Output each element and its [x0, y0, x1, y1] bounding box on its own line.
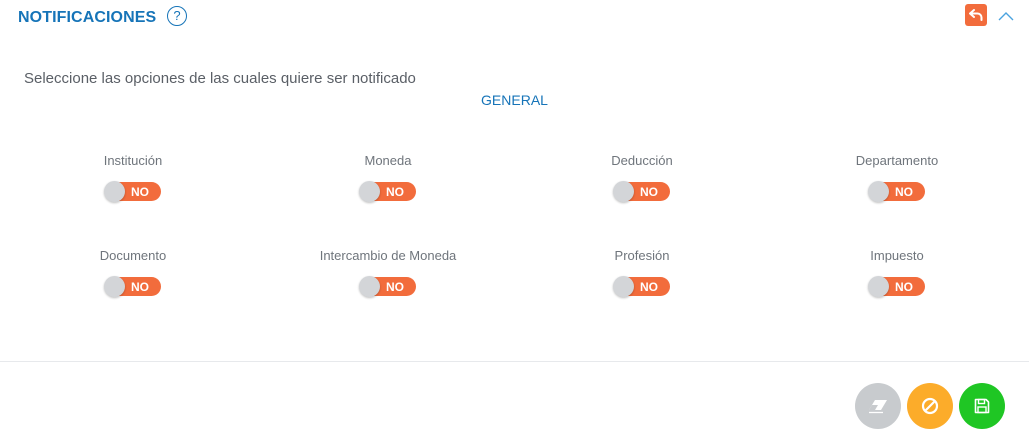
section-general-link[interactable]: GENERAL	[0, 92, 1029, 108]
option-label: Intercambio de Moneda	[319, 248, 457, 263]
option-profesion: Profesión NO	[542, 248, 742, 297]
toggle-documento[interactable]: NO	[104, 276, 161, 297]
toggle-knob	[359, 181, 380, 202]
toggle-knob	[868, 181, 889, 202]
toggle-impuesto[interactable]: NO	[868, 276, 925, 297]
toggle-state: NO	[895, 280, 913, 294]
toggle-moneda[interactable]: NO	[359, 181, 416, 202]
toggle-state: NO	[640, 280, 658, 294]
option-intercambio-de-moneda: Intercambio de Moneda NO	[288, 248, 488, 297]
option-label: Departamento	[855, 153, 939, 168]
instructions-text: Seleccione las opciones de las cuales qu…	[24, 70, 416, 87]
page-title: NOTIFICACIONES	[18, 9, 157, 26]
toggle-departamento[interactable]: NO	[868, 181, 925, 202]
option-label: Impuesto	[870, 248, 924, 263]
option-label: Institución	[103, 153, 163, 168]
toggle-knob	[359, 276, 380, 297]
footer-divider	[0, 361, 1029, 362]
toggle-knob	[104, 276, 125, 297]
option-deduccion: Deducción NO	[542, 153, 742, 202]
toggle-state: NO	[131, 185, 149, 199]
toggle-knob	[104, 181, 125, 202]
toggle-deduccion[interactable]: NO	[613, 181, 670, 202]
option-label: Deducción	[611, 153, 673, 168]
toggle-state: NO	[131, 280, 149, 294]
chevron-up-icon[interactable]	[997, 9, 1015, 21]
option-label: Profesión	[614, 248, 670, 263]
toggle-state: NO	[640, 185, 658, 199]
clear-button[interactable]	[855, 383, 901, 429]
toggle-state: NO	[386, 185, 404, 199]
toggle-knob	[868, 276, 889, 297]
option-departamento: Departamento NO	[797, 153, 997, 202]
toggle-intercambio-de-moneda[interactable]: NO	[359, 276, 416, 297]
option-documento: Documento NO	[33, 248, 233, 297]
toggle-profesion[interactable]: NO	[613, 276, 670, 297]
toggle-knob	[613, 181, 634, 202]
option-moneda: Moneda NO	[288, 153, 488, 202]
toggle-knob	[613, 276, 634, 297]
option-institucion: Institución NO	[33, 153, 233, 202]
option-label: Moneda	[364, 153, 412, 168]
cancel-button[interactable]	[907, 383, 953, 429]
help-icon[interactable]: ?	[167, 6, 187, 26]
option-impuesto: Impuesto NO	[797, 248, 997, 297]
eraser-icon	[869, 400, 887, 414]
option-label: Documento	[99, 248, 167, 263]
toggle-state: NO	[386, 280, 404, 294]
save-button[interactable]	[959, 383, 1005, 429]
floppy-disk-icon	[974, 398, 990, 414]
back-icon[interactable]	[965, 4, 987, 26]
ban-icon	[921, 397, 939, 415]
toggle-institucion[interactable]: NO	[104, 181, 161, 202]
toggle-state: NO	[895, 185, 913, 199]
